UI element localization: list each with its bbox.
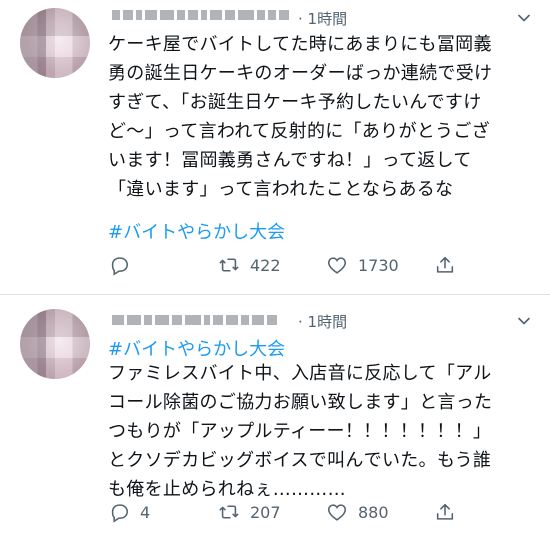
like-button[interactable]: 1730 [326, 254, 399, 276]
hashtag-link[interactable]: #バイトやらかし大会 [108, 335, 285, 361]
reply-icon [111, 257, 129, 276]
tweet-actions: 422 1730 [108, 254, 530, 280]
like-button[interactable]: 880 [326, 501, 389, 523]
retweet-count: 422 [250, 255, 281, 275]
retweet-count: 207 [250, 502, 281, 522]
like-count: 1730 [358, 255, 399, 275]
tweet-time[interactable]: · 1時間 [298, 8, 347, 29]
heart-icon [327, 504, 347, 521]
user-name-redacted[interactable] [112, 8, 289, 22]
tweet-actions: 4 207 880 [108, 501, 530, 527]
reply-icon [111, 504, 129, 523]
tweet-1[interactable]: · 1時間 ケーキ屋でバイトしてた時にあまりにも冨岡義 勇の誕生日ケーキのオーダ… [0, 0, 550, 295]
chevron-down-icon[interactable] [518, 12, 530, 24]
share-button[interactable] [434, 501, 456, 523]
retweet-button[interactable]: 207 [218, 501, 281, 523]
retweet-icon [219, 258, 239, 272]
tweet-2[interactable]: · 1時間 #バイトやらかし大会 ファミレスバイト中、入店音に反応して「アル コ… [0, 295, 550, 543]
reply-button[interactable] [108, 254, 140, 276]
retweet-button[interactable]: 422 [218, 254, 281, 276]
user-name-redacted[interactable] [112, 313, 277, 327]
reply-button[interactable]: 4 [108, 501, 150, 523]
retweet-icon [219, 505, 239, 519]
avatar[interactable] [20, 309, 90, 379]
avatar[interactable] [20, 8, 90, 78]
share-button[interactable] [434, 254, 456, 276]
share-icon [436, 503, 454, 520]
like-count: 880 [358, 502, 389, 522]
chevron-down-icon[interactable] [518, 315, 530, 327]
share-icon [436, 256, 454, 273]
tweet-text: ファミレスバイト中、入店音に反応して「アル コール除菌のご協力お願い致します」と… [108, 363, 493, 500]
hashtag-link[interactable]: #バイトやらかし大会 [108, 218, 285, 244]
tweet-text: ケーキ屋でバイトしてた時にあまりにも冨岡義 勇の誕生日ケーキのオーダーばっか連続… [108, 34, 493, 200]
tweet-time[interactable]: · 1時間 [298, 311, 347, 332]
heart-icon [327, 257, 347, 274]
reply-count: 4 [140, 502, 151, 522]
